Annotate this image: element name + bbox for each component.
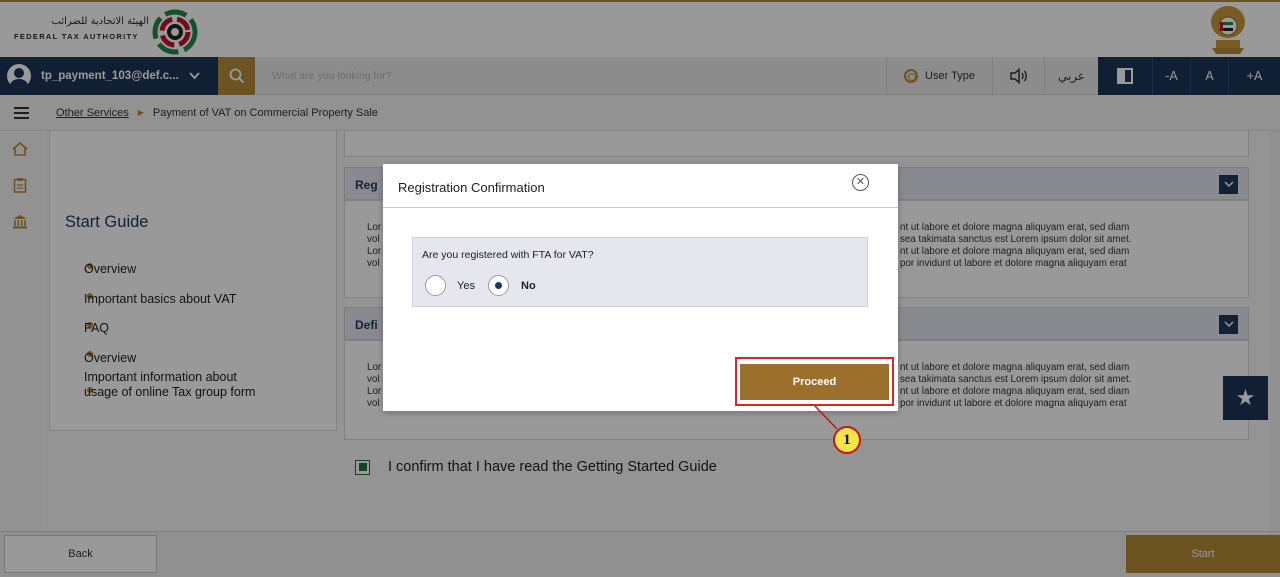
vat-registration-question: Are you registered with FTA for VAT? Yes… (412, 237, 868, 307)
callout-badge: 1 (833, 426, 861, 454)
radio-no[interactable] (488, 275, 509, 296)
question-text: Are you registered with FTA for VAT? (422, 249, 594, 261)
radio-yes-label[interactable]: Yes (457, 280, 475, 292)
proceed-highlight-box (735, 357, 894, 406)
modal-title: Registration Confirmation (398, 180, 545, 195)
close-icon[interactable]: ✕ (852, 174, 869, 191)
radio-no-label[interactable]: No (521, 280, 536, 292)
modal-header: Registration Confirmation ✕ (383, 164, 898, 208)
radio-yes[interactable] (425, 275, 446, 296)
